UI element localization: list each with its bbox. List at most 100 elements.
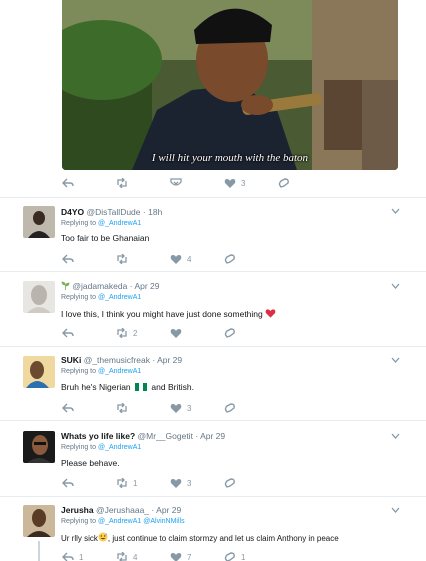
like-button[interactable] [170, 328, 224, 338]
tweet-header: D4YO @DisTallDude · 18h [61, 207, 163, 217]
replying-to: Replying to @_AndrewA1 @AlvinNMills [61, 518, 185, 525]
divider [0, 496, 426, 497]
tweet-text: Please behave. [61, 458, 120, 468]
dm-icon [224, 254, 235, 264]
tweet-action-bar: 1 3 [62, 478, 278, 488]
retweet-icon [117, 254, 127, 264]
pocket-icon [170, 178, 182, 186]
red-heart-icon [265, 309, 276, 318]
display-name[interactable]: Jerusha [61, 505, 94, 515]
chevron-down-icon[interactable] [391, 357, 400, 363]
reply-button[interactable] [62, 478, 116, 488]
display-name[interactable]: Whats yo life like? [61, 431, 135, 441]
like-count: 3 [241, 178, 246, 188]
tweet-text: Ur rlly sick, just continue to claim sto… [61, 532, 339, 543]
user-handle[interactable]: @jadamakeda [72, 281, 127, 291]
like-button[interactable]: 3 [170, 403, 224, 413]
divider [0, 197, 426, 198]
timestamp[interactable]: Apr 29 [156, 505, 181, 515]
reply-icon [62, 178, 74, 188]
reply-button[interactable] [62, 328, 116, 338]
replying-to: Replying to @_AndrewA1 [61, 368, 142, 375]
nigeria-flag-icon [135, 383, 148, 391]
like-button[interactable]: 3 [170, 478, 224, 488]
retweet-button[interactable]: 2 [116, 328, 170, 338]
display-name[interactable]: D4YO [61, 207, 84, 217]
video-caption: I will hit your mouth with the baton [151, 152, 309, 164]
mention-link[interactable]: @_AndrewA1 [98, 368, 141, 375]
reply-icon [62, 552, 74, 561]
mention-link[interactable]: @_AndrewA1 [98, 518, 141, 525]
like-count: 3 [187, 478, 192, 488]
chevron-down-icon[interactable] [391, 507, 400, 513]
embedded-video[interactable]: I will hit your mouth with the baton [62, 0, 398, 170]
chevron-down-icon[interactable] [391, 283, 400, 289]
reply-count: 1 [79, 552, 84, 561]
avatar[interactable] [23, 505, 55, 537]
heart-icon [224, 179, 236, 188]
avatar[interactable] [23, 206, 55, 238]
tweet-action-bar: 2 [62, 328, 278, 338]
retweet-icon [117, 403, 127, 413]
user-handle[interactable]: @_themusicfreak [84, 355, 150, 365]
tweet-text: Bruh he's Nigerian and British. [61, 382, 194, 392]
dm-icon [224, 403, 235, 413]
reply-icon [62, 328, 74, 338]
like-button[interactable]: 4 [170, 254, 224, 264]
dm-icon [224, 478, 235, 488]
divider [0, 271, 426, 272]
reply-button[interactable] [62, 403, 116, 413]
share-button[interactable] [224, 403, 278, 413]
like-button[interactable]: 3 [224, 178, 278, 188]
dm-icon [224, 552, 235, 561]
retweet-icon [117, 552, 127, 561]
retweet-button[interactable]: 1 [116, 478, 170, 488]
like-button[interactable]: 7 [170, 552, 224, 561]
reply-button[interactable] [62, 254, 116, 264]
reply-button[interactable] [62, 178, 116, 188]
timestamp[interactable]: Apr 29 [157, 355, 182, 365]
heart-icon [170, 479, 182, 488]
like-count: 4 [187, 254, 192, 264]
retweet-button[interactable]: 4 [116, 552, 170, 561]
mention-link[interactable]: @AlvinNMills [143, 518, 184, 525]
user-handle[interactable]: @DisTallDude [87, 207, 141, 217]
avatar[interactable] [23, 356, 55, 388]
avatar[interactable] [23, 431, 55, 463]
tweet-text: I love this, I think you might have just… [61, 308, 276, 319]
timestamp[interactable]: Apr 29 [134, 281, 159, 291]
user-handle[interactable]: @Jerushaaa_ [96, 505, 149, 515]
mention-link[interactable]: @_AndrewA1 [98, 294, 141, 301]
user-handle[interactable]: @Mr__Gogetit [138, 431, 193, 441]
timestamp[interactable]: 18h [148, 207, 162, 217]
heart-icon [170, 553, 182, 561]
retweet-button[interactable] [116, 403, 170, 413]
mention-link[interactable]: @_AndrewA1 [98, 444, 141, 451]
tweet-action-bar: 3 [62, 403, 278, 413]
retweet-icon [117, 328, 127, 338]
avatar[interactable] [23, 281, 55, 313]
retweet-icon [117, 478, 127, 488]
chevron-down-icon[interactable] [391, 433, 400, 439]
like-count: 7 [187, 552, 192, 561]
share-button[interactable] [224, 478, 278, 488]
share-button[interactable] [224, 328, 278, 338]
dm-count: 1 [241, 552, 246, 561]
media-action-bar: 3 [62, 178, 332, 188]
tweet-header: Whats yo life like? @Mr__Gogetit · Apr 2… [61, 431, 226, 441]
tweet-header: @jadamakeda · Apr 29 [61, 281, 160, 291]
share-button[interactable] [224, 254, 278, 264]
reply-button[interactable]: 1 [62, 552, 116, 561]
share-button[interactable] [278, 178, 332, 188]
heart-icon [170, 255, 182, 264]
timestamp[interactable]: Apr 29 [200, 431, 225, 441]
save-button[interactable] [170, 178, 224, 188]
retweet-button[interactable] [116, 178, 170, 188]
sweat-smile-emoji-icon [98, 532, 108, 542]
share-button[interactable]: 1 [224, 552, 278, 561]
display-name[interactable]: SUKi [61, 355, 81, 365]
retweet-button[interactable] [116, 254, 170, 264]
chevron-down-icon[interactable] [391, 208, 400, 214]
divider [0, 346, 426, 347]
mention-link[interactable]: @_AndrewA1 [98, 220, 141, 227]
